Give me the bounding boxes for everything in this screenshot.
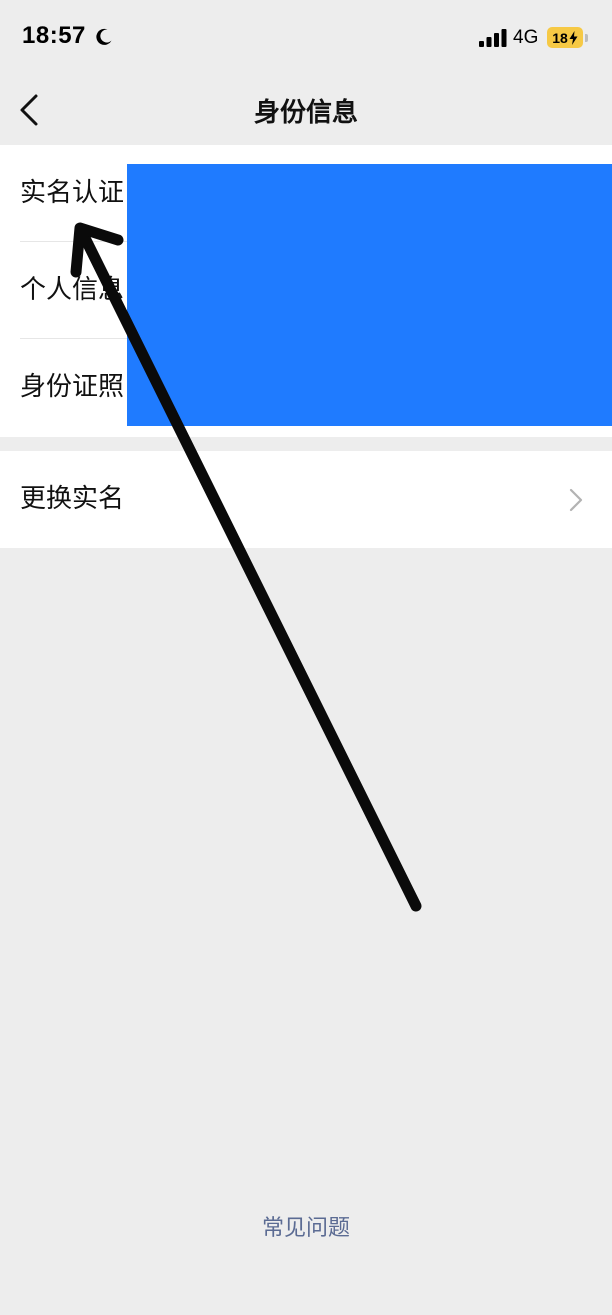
- list-item-label: 身份证照: [20, 372, 125, 402]
- battery-cap: [585, 34, 588, 42]
- chevron-right-icon: [569, 488, 583, 512]
- nav-bar: 身份信息: [0, 76, 612, 144]
- change-real-name-item[interactable]: 更换实名: [0, 451, 612, 548]
- redaction-box: [127, 164, 612, 426]
- battery-level: 18: [552, 29, 568, 46]
- charging-icon: [569, 30, 578, 45]
- list-item-label: 更换实名: [20, 484, 125, 514]
- signal-icon: [479, 29, 507, 47]
- status-time: 18:57: [22, 22, 86, 49]
- moon-icon: [96, 28, 112, 45]
- status-bar: 18:57 4G 18: [0, 0, 612, 76]
- list-item-label: 个人信息: [20, 275, 125, 305]
- faq-link[interactable]: 常见问题: [0, 1210, 612, 1242]
- page-title: 身份信息: [253, 98, 358, 128]
- battery-indicator: 18: [547, 27, 583, 48]
- list-item-label: 实名认证: [20, 178, 125, 208]
- network-type: 4G: [513, 27, 539, 48]
- change-name-group: 更换实名: [0, 451, 612, 548]
